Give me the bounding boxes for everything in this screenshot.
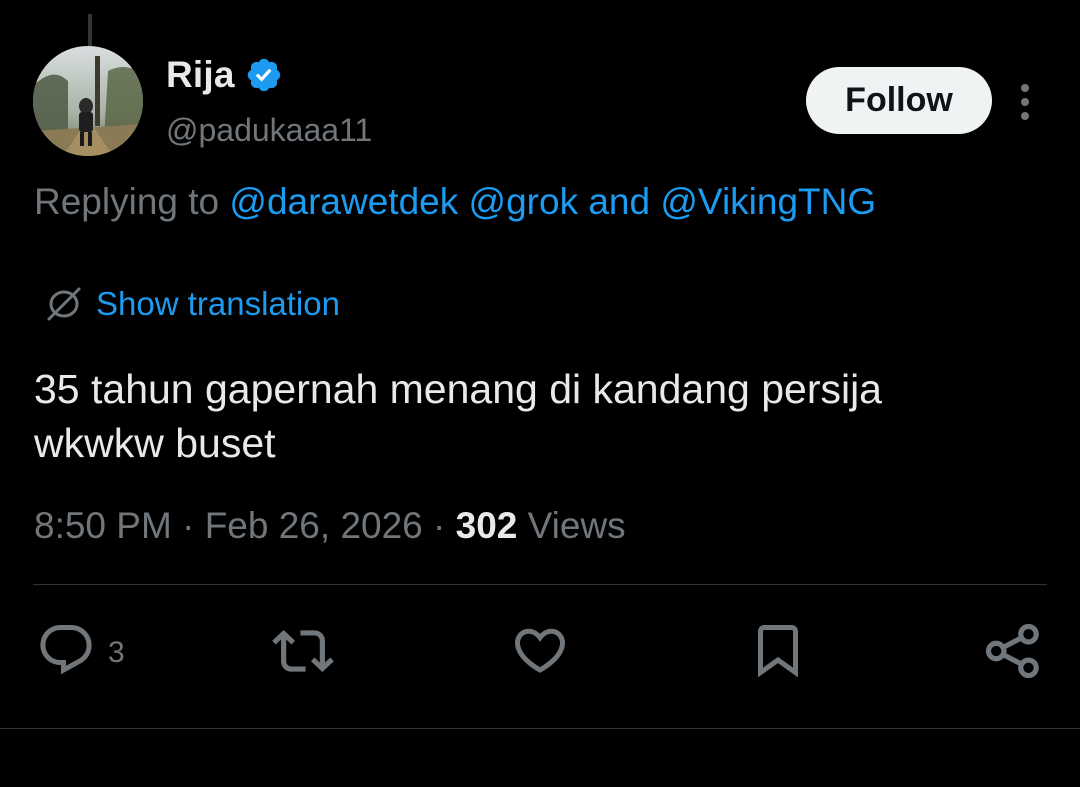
share-button[interactable] xyxy=(982,620,1044,687)
follow-button[interactable]: Follow xyxy=(806,67,992,134)
meta-separator: · xyxy=(433,505,446,546)
tweet-date[interactable]: Feb 26, 2026 xyxy=(205,505,423,546)
tweet-meta: 8:50 PM · Feb 26, 2026 · 302 Views xyxy=(34,505,626,547)
reply-icon xyxy=(36,620,96,685)
display-name[interactable]: Rija xyxy=(166,54,235,96)
tweet-text: 35 tahun gapernah menang di kandang pers… xyxy=(34,362,1034,470)
reply-button[interactable]: 3 xyxy=(36,620,125,685)
divider-bottom xyxy=(0,728,1080,729)
mention-vikingtng[interactable]: @VikingTNG xyxy=(660,181,876,222)
tweet-time[interactable]: 8:50 PM xyxy=(34,505,172,546)
divider xyxy=(33,584,1047,585)
author-name-row: Rija xyxy=(166,52,283,98)
replying-to-line: Replying to @darawetdek @grok and @Vikin… xyxy=(34,181,876,223)
views-count: 302 xyxy=(455,505,518,546)
like-button[interactable] xyxy=(510,620,570,685)
show-translation-link[interactable]: Show translation xyxy=(96,285,340,323)
tweet-text-line-1: 35 tahun gapernah menang di kandang pers… xyxy=(34,366,882,412)
repost-button[interactable] xyxy=(272,620,334,687)
bookmark-icon xyxy=(748,620,808,685)
like-icon xyxy=(510,620,570,685)
tweet-text-line-2: wkwkw buset xyxy=(34,420,276,466)
translate-icon xyxy=(44,284,84,324)
mention-darawetdek[interactable]: @darawetdek xyxy=(229,181,458,222)
reply-count: 3 xyxy=(108,635,125,669)
replying-prefix: Replying to xyxy=(34,181,220,222)
author-handle[interactable]: @padukaaa11 xyxy=(166,112,372,149)
verified-badge-icon[interactable] xyxy=(245,56,283,94)
more-icon[interactable] xyxy=(1010,82,1040,122)
share-icon xyxy=(982,620,1044,687)
views-label: Views xyxy=(527,505,626,546)
mention-grok[interactable]: @grok xyxy=(469,181,579,222)
repost-icon xyxy=(272,620,334,687)
replying-and[interactable]: and xyxy=(588,181,650,222)
bookmark-button[interactable] xyxy=(748,620,808,685)
avatar[interactable] xyxy=(33,46,143,156)
show-translation[interactable]: Show translation xyxy=(44,284,340,324)
meta-separator: · xyxy=(182,505,195,546)
action-bar: 3 xyxy=(0,612,1080,692)
thread-connector-line xyxy=(88,14,92,46)
